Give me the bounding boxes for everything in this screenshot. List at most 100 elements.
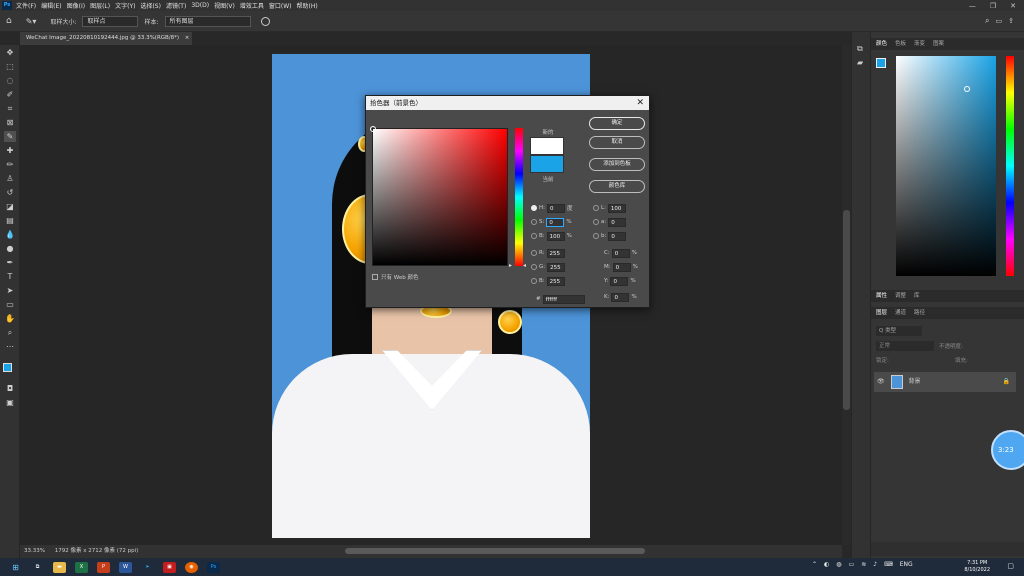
radio-a[interactable] bbox=[593, 219, 599, 225]
lasso-tool-icon[interactable]: ◌ bbox=[4, 75, 16, 86]
radio-g[interactable] bbox=[531, 264, 537, 270]
workspace-icon[interactable]: ▭ bbox=[996, 17, 1003, 25]
y-input[interactable]: 0 bbox=[610, 276, 629, 286]
radio-r[interactable] bbox=[531, 250, 537, 256]
menu-file[interactable]: 文件(F) bbox=[16, 1, 36, 10]
share-icon[interactable]: ⇪ bbox=[1008, 17, 1014, 25]
dialog-close-button[interactable]: ✕ bbox=[636, 96, 644, 110]
minimize-button[interactable]: — bbox=[969, 2, 976, 10]
file-explorer-icon[interactable]: ▬ bbox=[53, 561, 66, 573]
healing-brush-icon[interactable]: ✚ bbox=[4, 145, 16, 156]
floating-timer-badge[interactable]: 3:23 bbox=[991, 430, 1024, 470]
visibility-eye-icon[interactable]: 👁 bbox=[877, 378, 885, 385]
vertical-scroll-thumb[interactable] bbox=[843, 210, 850, 410]
pen-tool-icon[interactable]: ✒ bbox=[4, 257, 16, 268]
radio-lab-b[interactable] bbox=[593, 233, 599, 239]
red-app-icon[interactable]: ▣ bbox=[163, 561, 176, 573]
saturation-brightness-field[interactable] bbox=[370, 126, 508, 266]
maximize-button[interactable]: ❐ bbox=[990, 2, 996, 10]
color-libraries-button[interactable]: 颜色库 bbox=[589, 180, 645, 193]
layer-name[interactable]: 背景 bbox=[908, 378, 920, 385]
move-tool-icon[interactable]: ✥ bbox=[4, 47, 16, 58]
wechat-tray-icon[interactable]: ◍ bbox=[836, 561, 841, 568]
hue-slider-right-arrow-icon[interactable]: ◂ bbox=[523, 262, 526, 269]
menu-image[interactable]: 图像(I) bbox=[67, 1, 85, 10]
menu-type[interactable]: 文字(Y) bbox=[115, 1, 135, 10]
menu-window[interactable]: 窗口(W) bbox=[269, 1, 292, 10]
screen-mode-icon[interactable]: ▣ bbox=[4, 397, 16, 408]
layer-row-background[interactable]: 👁 背景 🔒 bbox=[874, 372, 1016, 392]
more-tools-icon[interactable]: ⋯ bbox=[4, 341, 16, 352]
current-color-swatch[interactable] bbox=[530, 155, 564, 173]
tab-patterns[interactable]: 图案 bbox=[933, 38, 944, 50]
hex-input[interactable]: ffffff bbox=[542, 294, 585, 304]
task-view-icon[interactable]: ⧉ bbox=[31, 562, 44, 573]
menu-help[interactable]: 帮助(H) bbox=[297, 1, 318, 10]
menu-3d[interactable]: 3D(D) bbox=[191, 2, 209, 9]
home-icon[interactable]: ⌂ bbox=[6, 16, 12, 26]
blur-tool-icon[interactable]: 💧 bbox=[4, 229, 16, 240]
firefox-icon[interactable]: ◉ bbox=[185, 561, 198, 573]
horizontal-scroll-thumb[interactable] bbox=[345, 548, 645, 554]
tab-paths[interactable]: 路径 bbox=[914, 307, 925, 319]
menu-edit[interactable]: 编辑(E) bbox=[41, 1, 61, 10]
hue-slider[interactable] bbox=[515, 128, 523, 266]
network-icon[interactable]: ▭ bbox=[849, 561, 855, 568]
layer-kind-filter[interactable]: Q 类型 bbox=[876, 326, 922, 336]
language-indicator[interactable]: ENG bbox=[900, 561, 913, 568]
sample-size-select[interactable]: 取样点 bbox=[82, 15, 139, 27]
tab-swatches[interactable]: 色板 bbox=[895, 38, 906, 50]
ok-button[interactable]: 确定 bbox=[589, 117, 645, 130]
close-window-button[interactable]: ✕ bbox=[1010, 2, 1016, 10]
crop-tool-icon[interactable]: ⌗ bbox=[4, 103, 16, 114]
word-icon[interactable]: W bbox=[119, 561, 132, 573]
add-to-swatches-button[interactable]: 添加到色板 bbox=[589, 158, 645, 171]
input-method-icon[interactable]: ⌨ bbox=[884, 561, 893, 568]
quick-select-tool-icon[interactable]: ✐ bbox=[4, 89, 16, 100]
tab-channels[interactable]: 通道 bbox=[895, 307, 906, 319]
zoom-tool-icon[interactable]: ⌕ bbox=[4, 327, 16, 338]
search-icon[interactable]: ⌕ bbox=[985, 16, 989, 26]
menu-filter[interactable]: 滤镜(T) bbox=[166, 1, 186, 10]
powerpoint-icon[interactable]: P bbox=[97, 561, 110, 573]
volume-icon[interactable]: ♪ bbox=[873, 561, 877, 568]
notifications-icon[interactable]: ▢ bbox=[1007, 562, 1014, 570]
document-tab[interactable]: WeChat Image_20220810192444.jpg @ 33.3%(… bbox=[20, 32, 192, 45]
k-input[interactable]: 0 bbox=[611, 292, 630, 302]
gradient-tool-icon[interactable]: ▤ bbox=[4, 215, 16, 226]
radio-h[interactable] bbox=[531, 205, 537, 211]
tab-color[interactable]: 颜色 bbox=[876, 38, 887, 50]
h-input[interactable]: 0 bbox=[547, 203, 565, 213]
tab-adjustments[interactable]: 调整 bbox=[895, 290, 906, 302]
tray-arrow-icon[interactable]: ⌃ bbox=[812, 561, 817, 568]
radio-s[interactable] bbox=[531, 219, 537, 225]
history-panel-icon[interactable]: ⧉ bbox=[857, 44, 863, 54]
cancel-button[interactable]: 取消 bbox=[589, 136, 645, 149]
s-input[interactable]: 0 bbox=[546, 217, 565, 227]
comments-panel-icon[interactable]: ▰ bbox=[857, 58, 863, 67]
tray-app-icon[interactable]: ◐ bbox=[824, 561, 829, 568]
close-tab-icon[interactable]: × bbox=[185, 35, 190, 41]
radio-b[interactable] bbox=[531, 233, 537, 239]
web-colors-checkbox[interactable] bbox=[372, 274, 378, 280]
stamp-tool-icon[interactable]: ♙ bbox=[4, 173, 16, 184]
color-panel-hue-bar[interactable] bbox=[1006, 56, 1014, 276]
tab-properties[interactable]: 属性 bbox=[876, 290, 887, 302]
eyedropper-tool-icon[interactable]: ✎▾ bbox=[26, 17, 37, 26]
show-ring-icon[interactable] bbox=[260, 16, 270, 26]
rectangle-tool-icon[interactable]: ▭ bbox=[4, 299, 16, 310]
menu-layer[interactable]: 图层(L) bbox=[90, 1, 110, 10]
telegram-icon[interactable]: ➤ bbox=[141, 562, 154, 573]
eyedropper-icon[interactable]: ✎ bbox=[4, 131, 16, 142]
c-input[interactable]: 0 bbox=[611, 248, 630, 258]
l-input[interactable]: 100 bbox=[607, 203, 626, 213]
hue-slider-left-arrow-icon[interactable]: ▸ bbox=[509, 262, 512, 269]
hand-tool-icon[interactable]: ✋ bbox=[4, 313, 16, 324]
blend-mode-select[interactable]: 正常 bbox=[876, 341, 934, 351]
blue-input[interactable]: 255 bbox=[546, 276, 565, 286]
menu-plugins[interactable]: 增效工具 bbox=[240, 1, 264, 10]
m-input[interactable]: 0 bbox=[612, 262, 631, 272]
quick-mask-icon[interactable]: ◘ bbox=[4, 383, 16, 394]
dialog-title-bar[interactable]: 拾色器（前景色） bbox=[366, 96, 649, 110]
tab-layers[interactable]: 图层 bbox=[876, 307, 887, 319]
